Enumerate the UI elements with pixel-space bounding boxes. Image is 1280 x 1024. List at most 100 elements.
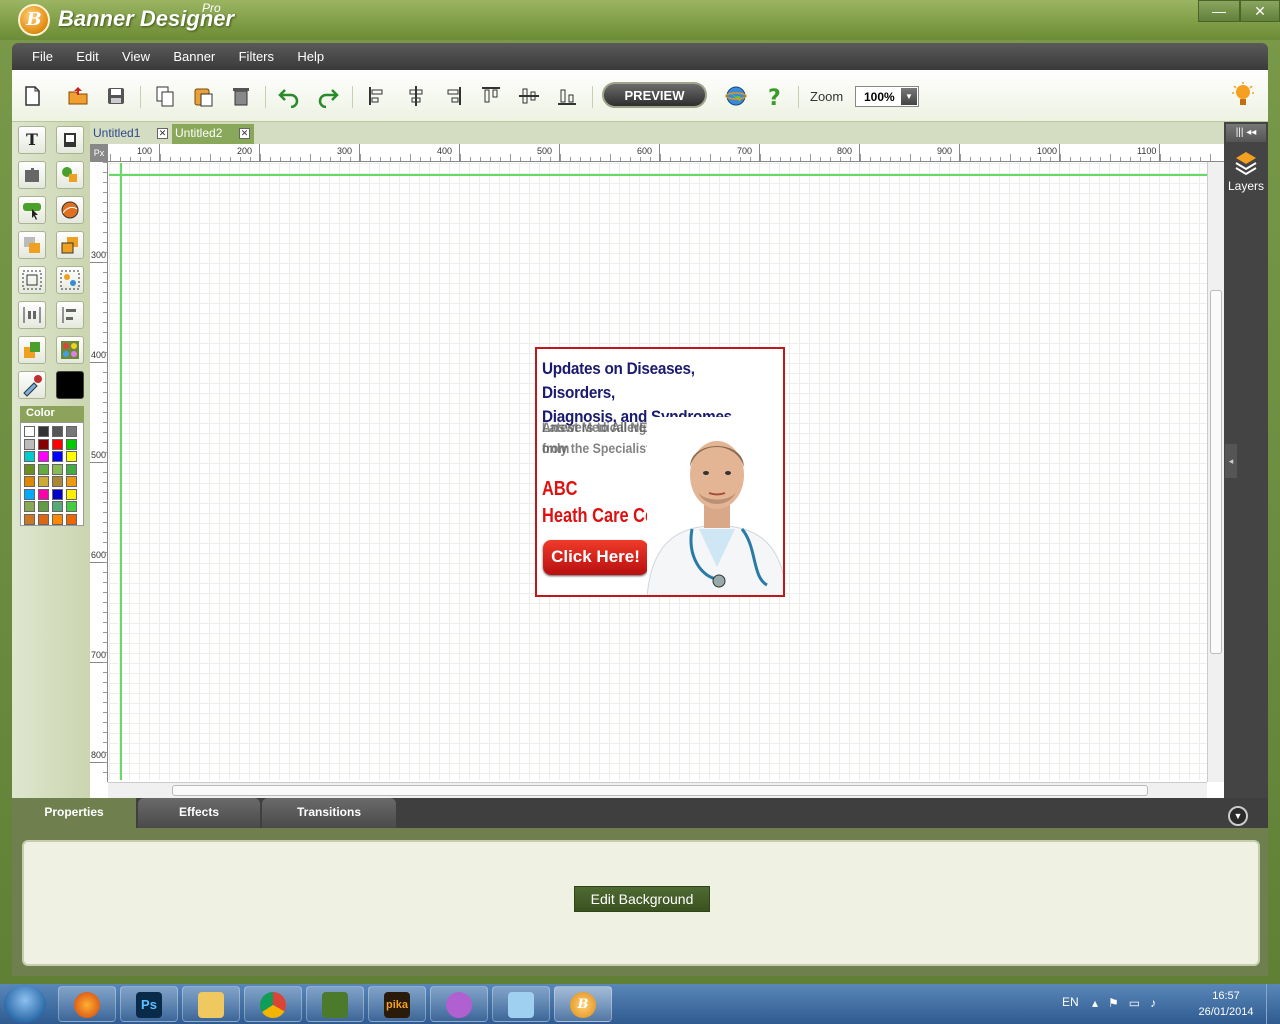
click-here-button[interactable]: Click Here! [543, 540, 648, 575]
color-swatch[interactable] [24, 438, 35, 450]
distribute-v-tool[interactable] [56, 301, 84, 329]
copy-icon[interactable] [153, 84, 177, 108]
color-swatch[interactable] [66, 476, 77, 487]
color-swatch[interactable] [38, 463, 49, 475]
taskbar-explorer[interactable] [182, 986, 240, 1022]
taskbar-pika[interactable]: pika [368, 986, 426, 1022]
banner-artboard[interactable]: Updates on Diseases, Disorders, Diagnosi… [535, 347, 785, 597]
color-swatch[interactable] [66, 451, 77, 462]
taskbar-notepad[interactable] [492, 986, 550, 1022]
color-swatch[interactable] [52, 488, 63, 500]
color-swatch[interactable] [38, 513, 49, 525]
menu-filters[interactable]: Filters [239, 43, 274, 64]
horizontal-guide[interactable] [109, 174, 1207, 176]
system-tray-icons[interactable]: ▴⚑▭♪ [1092, 996, 1166, 1010]
color-swatch[interactable] [52, 451, 63, 462]
close-tab-icon[interactable]: ✕ [157, 128, 168, 139]
layers-icon[interactable] [1234, 150, 1258, 180]
doctor-photo[interactable] [647, 417, 785, 597]
tab-properties[interactable]: Properties [12, 798, 136, 828]
color-swatch[interactable] [38, 426, 49, 437]
layers-label[interactable]: Layers [1226, 179, 1266, 193]
preview-button[interactable]: PREVIEW [602, 82, 707, 108]
color-swatch[interactable] [66, 501, 77, 512]
clock-date[interactable]: 26/01/2014 [1192, 1006, 1260, 1018]
tips-bulb-icon[interactable] [1232, 82, 1254, 110]
menu-edit[interactable]: Edit [76, 43, 98, 64]
edit-background-button[interactable]: Edit Background [574, 886, 710, 912]
horizontal-scroll-thumb[interactable] [172, 785, 1148, 796]
save-icon[interactable] [104, 84, 128, 108]
color-swatch[interactable] [38, 476, 49, 487]
clipart-tool[interactable] [18, 161, 46, 189]
collapse-handle[interactable]: ◂ [1225, 444, 1237, 478]
tab-untitled2[interactable]: Untitled2 ✕ [172, 124, 254, 144]
tab-untitled1[interactable]: Untitled1 ✕ [90, 124, 172, 144]
color-swatch[interactable] [38, 451, 49, 462]
horizontal-scrollbar[interactable] [108, 782, 1207, 798]
color-swatch[interactable] [52, 438, 63, 450]
color-swatch[interactable] [66, 488, 77, 500]
zoom-select[interactable]: 100% ▼ [855, 86, 919, 107]
eyedropper-tool[interactable] [18, 371, 46, 399]
language-indicator[interactable]: EN [1062, 995, 1079, 1009]
menu-file[interactable]: File [32, 43, 53, 64]
vertical-scrollbar[interactable] [1207, 162, 1224, 782]
menu-banner[interactable]: Banner [173, 43, 215, 64]
image-tool[interactable] [56, 126, 84, 154]
collapse-panel-icon[interactable]: ▼ [1228, 806, 1248, 826]
new-file-icon[interactable] [20, 84, 44, 108]
close-tab-icon[interactable]: ✕ [239, 128, 250, 139]
delete-icon[interactable] [229, 84, 253, 108]
start-button[interactable] [4, 985, 46, 1023]
help-icon[interactable]: ? [762, 84, 786, 108]
menu-help[interactable]: Help [297, 43, 324, 64]
menu-view[interactable]: View [122, 43, 150, 64]
current-color-swatch[interactable] [56, 371, 84, 399]
button-tool[interactable] [18, 196, 46, 224]
show-desktop-button[interactable] [1266, 984, 1280, 1024]
color-swatch[interactable] [38, 501, 49, 512]
color-swatch[interactable] [52, 476, 63, 487]
clock-time[interactable]: 16:57 [1196, 990, 1256, 1002]
panel-toggle-button[interactable]: ||| ◂◂ [1226, 124, 1266, 142]
align-right-icon[interactable] [440, 84, 464, 108]
taskbar-chrome[interactable] [244, 986, 302, 1022]
fill-tool[interactable] [18, 336, 46, 364]
taskbar-tool[interactable] [306, 986, 364, 1022]
close-button[interactable]: ✕ [1240, 0, 1280, 22]
canvas-area[interactable]: Px 100 200 300 400 500 600 700 800 900 1000 1100 3… [90, 144, 1224, 798]
paste-icon[interactable] [191, 84, 215, 108]
undo-icon[interactable] [277, 84, 301, 108]
send-back-tool[interactable] [56, 231, 84, 259]
tab-transitions[interactable]: Transitions [262, 798, 396, 828]
align-top-icon[interactable] [479, 84, 503, 108]
vertical-scroll-thumb[interactable] [1210, 290, 1222, 654]
globe-icon[interactable] [724, 84, 748, 108]
tab-effects[interactable]: Effects [138, 798, 260, 828]
texture-tool[interactable] [56, 336, 84, 364]
distribute-h-tool[interactable] [18, 301, 46, 329]
shape-tool[interactable] [56, 161, 84, 189]
color-swatch[interactable] [66, 513, 77, 525]
color-swatch[interactable] [24, 513, 35, 525]
text-tool[interactable]: T [18, 126, 46, 154]
align-center-icon[interactable] [404, 84, 428, 108]
color-swatch[interactable] [66, 463, 77, 475]
open-icon[interactable] [66, 84, 90, 108]
color-swatch[interactable] [24, 426, 35, 437]
color-swatch[interactable] [24, 488, 35, 500]
minimize-button[interactable]: — [1198, 0, 1240, 22]
color-swatch[interactable] [52, 513, 63, 525]
align-middle-icon[interactable] [517, 84, 541, 108]
color-swatch[interactable] [52, 501, 63, 512]
ruler-unit[interactable]: Px [90, 144, 108, 162]
bring-front-tool[interactable] [18, 231, 46, 259]
taskbar-messenger[interactable] [430, 986, 488, 1022]
color-swatch[interactable] [52, 463, 63, 475]
color-swatch[interactable] [52, 426, 63, 437]
chevron-down-icon[interactable]: ▼ [901, 88, 917, 105]
animation-tool[interactable] [56, 196, 84, 224]
align-bottom-icon[interactable] [555, 84, 579, 108]
align-left-icon[interactable] [366, 84, 390, 108]
